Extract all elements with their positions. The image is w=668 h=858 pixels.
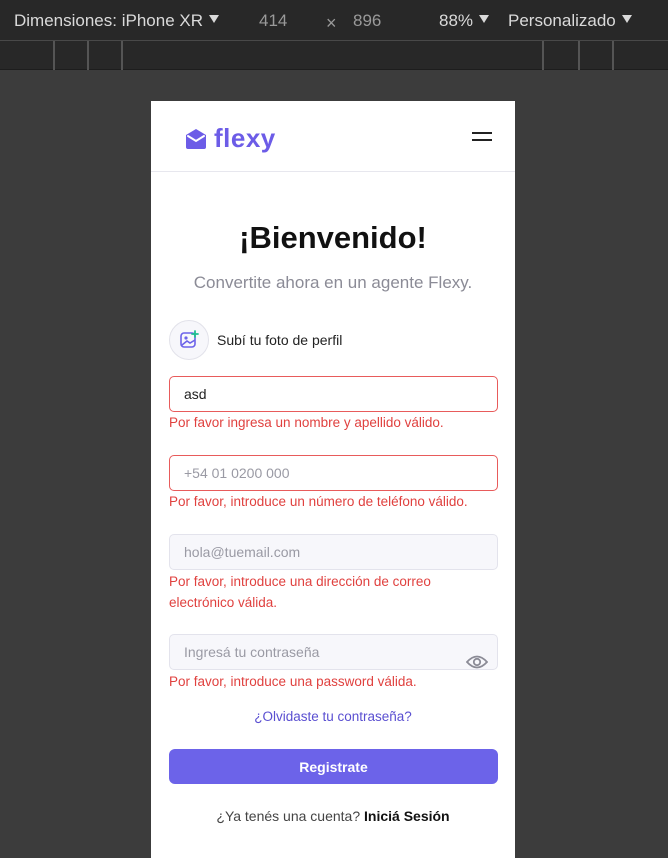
forgot-password-link[interactable]: ¿Olvidaste tu contraseña? [151,709,515,724]
password-error-message: Por favor, introduce una password válida… [169,674,417,689]
password-input-placeholder: Ingresá tu contraseña [184,644,320,660]
login-question: ¿Ya tenés una cuenta? [216,808,361,824]
ruler-tick [542,41,544,70]
page-title: ¡Bienvenido! [239,220,427,255]
email-input-placeholder: hola@tuemail.com [184,544,301,560]
chevron-down-icon [621,15,632,23]
show-password-eye-icon[interactable] [466,654,488,670]
ruler-tick [578,41,580,70]
ruler-tick [121,41,123,70]
password-input[interactable]: Ingresá tu contraseña [169,634,498,670]
device-viewport: flexy ¡Bienvenido! Convertite ahora en u… [151,101,515,858]
logo-text: flexy [214,123,276,153]
name-error-message: Por favor ingresa un nombre y apellido v… [169,415,444,430]
dimension-separator: × [326,13,337,33]
name-input[interactable]: asd [169,376,498,412]
zoom-select[interactable]: 88% [439,11,490,31]
height-input[interactable]: 896 [353,11,381,31]
zoom-label: 88% [439,11,474,30]
phone-error-message: Por favor, introduce un número de teléfo… [169,494,468,509]
throttle-label: Personalizado [508,11,616,30]
phone-input[interactable]: +54 01 0200 000 [169,455,498,491]
chevron-down-icon [208,15,219,23]
page-subtitle: Convertite ahora en un agente Flexy. [193,273,473,292]
throttle-select[interactable]: Personalizado [508,11,632,31]
width-input[interactable]: 414 [259,11,287,31]
upload-photo-button[interactable]: Subí tu foto de perfil [169,320,342,360]
photo-upload-label: Subí tu foto de perfil [217,332,343,348]
register-button[interactable]: Registrate [169,749,498,784]
device-select-label: Dimensiones: iPhone XR [14,11,203,30]
ruler-tick [612,41,614,70]
add-image-icon [180,330,199,348]
name-input-value: asd [184,386,207,402]
email-error-message: Por favor, introduce una dirección de co… [169,574,431,610]
site-header: flexy [151,101,515,172]
photo-upload-circle [169,320,209,360]
login-prompt: ¿Ya tenés una cuenta? Iniciá Sesión [151,808,515,824]
hamburger-menu-icon[interactable] [472,132,492,148]
email-input[interactable]: hola@tuemail.com [169,534,498,570]
devtools-device-toolbar: Dimensiones: iPhone XR 414 × 896 88% Per… [0,0,668,41]
phone-input-placeholder: +54 01 0200 000 [184,465,290,481]
login-link[interactable]: Iniciá Sesión [364,808,450,824]
flexy-logo[interactable]: flexy [184,123,276,154]
ruler-tick [53,41,55,70]
device-select[interactable]: Dimensiones: iPhone XR [14,11,219,31]
media-query-bar[interactable] [0,41,668,70]
envelope-logo-icon [186,128,206,149]
chevron-down-icon [479,15,490,23]
ruler-tick [87,41,89,70]
